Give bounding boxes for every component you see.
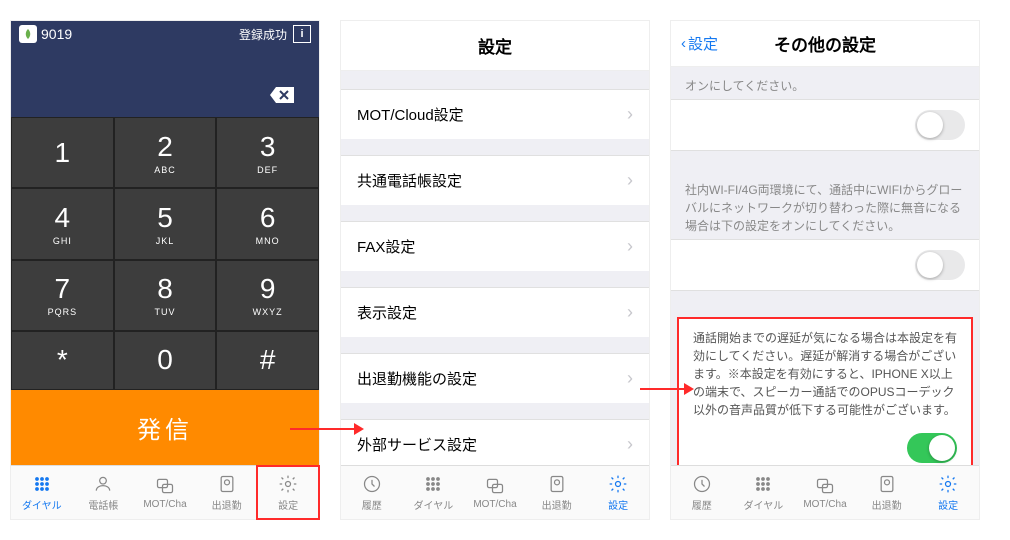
highlighted-section: 通話開始までの遅延が気になる場合は本設定を有効にしてください。遅延が解消する場合… bbox=[677, 317, 973, 465]
help-text: オンにしてください。 bbox=[671, 67, 979, 99]
keypad: 12ABC3DEF 4GHI5JKL6MNO 7PQRS8TUV9WXYZ *0# bbox=[11, 117, 319, 390]
tab-履歴[interactable]: 履歴 bbox=[341, 466, 403, 519]
tab-icon bbox=[216, 473, 238, 495]
tab-icon bbox=[31, 473, 53, 495]
chevron-right-icon: › bbox=[627, 302, 633, 323]
settings-item[interactable]: FAX設定 › bbox=[341, 221, 649, 271]
key-1[interactable]: 1 bbox=[11, 117, 114, 188]
key-7[interactable]: 7PQRS bbox=[11, 260, 114, 331]
key-3[interactable]: 3DEF bbox=[216, 117, 319, 188]
app-icon bbox=[19, 25, 37, 43]
tab-ダイヤル[interactable]: ダイヤル bbox=[403, 466, 465, 519]
key-0[interactable]: 0 bbox=[114, 331, 217, 390]
tab-ダイヤル[interactable]: ダイヤル bbox=[11, 466, 73, 519]
other-settings-screen: ‹ 設定 その他の設定 オンにしてください。 社内WI-FI/4G両環境にて、通… bbox=[670, 20, 980, 520]
call-button[interactable]: 発信 bbox=[11, 390, 319, 465]
item-label: FAX設定 bbox=[357, 236, 415, 257]
help-text: 通話開始までの遅延が気になる場合は本設定を有効にしてください。遅延が解消する場合… bbox=[679, 319, 971, 423]
annotation-arrow bbox=[640, 388, 690, 390]
tab-履歴[interactable]: 履歴 bbox=[671, 466, 733, 519]
toggle-switch[interactable] bbox=[915, 110, 965, 140]
tab-icon bbox=[607, 473, 629, 495]
tab-icon bbox=[484, 475, 506, 497]
settings-screen: 設定 MOT/Cloud設定›共通電話帳設定›FAX設定›表示設定›出退勤機能の… bbox=[340, 20, 650, 520]
tab-icon bbox=[361, 473, 383, 495]
settings-item[interactable]: 出退勤機能の設定 › bbox=[341, 353, 649, 403]
key-6[interactable]: 6MNO bbox=[216, 188, 319, 259]
tab-出退勤[interactable]: 出退勤 bbox=[196, 466, 258, 519]
tab-icon bbox=[277, 473, 299, 495]
settings-item[interactable]: 表示設定 › bbox=[341, 287, 649, 337]
back-button[interactable]: ‹ 設定 bbox=[681, 33, 718, 54]
tab-icon bbox=[937, 473, 959, 495]
item-label: 外部サービス設定 bbox=[357, 434, 477, 455]
tabbar: ダイヤル電話帳MOT/Cha出退勤設定 bbox=[11, 465, 319, 519]
item-label: 出退勤機能の設定 bbox=[357, 368, 477, 389]
key-4[interactable]: 4GHI bbox=[11, 188, 114, 259]
key-5[interactable]: 5JKL bbox=[114, 188, 217, 259]
settings-item[interactable]: 外部サービス設定 › bbox=[341, 419, 649, 465]
tab-icon bbox=[422, 473, 444, 495]
annotation-arrow bbox=[290, 428, 360, 430]
number-display bbox=[11, 47, 319, 117]
help-text: 社内WI-FI/4G両環境にて、通話中にWIFIからグローバルにネットワークが切… bbox=[671, 171, 979, 239]
tab-電話帳[interactable]: 電話帳 bbox=[73, 466, 135, 519]
extension-number: 9019 bbox=[41, 26, 72, 42]
backspace-icon[interactable] bbox=[269, 86, 295, 107]
register-status: 登録成功 bbox=[239, 26, 287, 43]
item-label: 表示設定 bbox=[357, 302, 417, 323]
toggle-switch-on[interactable] bbox=[907, 433, 957, 463]
tab-icon bbox=[154, 475, 176, 497]
settings-title: 設定 bbox=[341, 21, 649, 71]
tab-MOT/Cha[interactable]: MOT/Cha bbox=[464, 466, 526, 519]
tab-出退勤[interactable]: 出退勤 bbox=[526, 466, 588, 519]
tab-ダイヤル[interactable]: ダイヤル bbox=[733, 466, 795, 519]
tab-設定[interactable]: 設定 bbox=[257, 466, 319, 519]
chevron-right-icon: › bbox=[627, 236, 633, 257]
tab-icon bbox=[92, 473, 114, 495]
item-label: 共通電話帳設定 bbox=[357, 170, 462, 191]
settings-item[interactable]: MOT/Cloud設定 › bbox=[341, 89, 649, 139]
toggle-switch[interactable] bbox=[915, 250, 965, 280]
chevron-right-icon: › bbox=[627, 170, 633, 191]
tab-icon bbox=[876, 473, 898, 495]
item-label: MOT/Cloud設定 bbox=[357, 104, 464, 125]
tab-設定[interactable]: 設定 bbox=[917, 466, 979, 519]
tab-出退勤[interactable]: 出退勤 bbox=[856, 466, 918, 519]
key-8[interactable]: 8TUV bbox=[114, 260, 217, 331]
tab-icon bbox=[691, 473, 713, 495]
tab-icon bbox=[814, 475, 836, 497]
tab-設定[interactable]: 設定 bbox=[587, 466, 649, 519]
tab-icon bbox=[752, 473, 774, 495]
chevron-right-icon: › bbox=[627, 434, 633, 455]
chevron-left-icon: ‹ bbox=[681, 35, 686, 52]
tabbar: 履歴ダイヤルMOT/Cha出退勤設定 bbox=[341, 465, 649, 519]
key-#[interactable]: # bbox=[216, 331, 319, 390]
tab-icon bbox=[546, 473, 568, 495]
chevron-right-icon: › bbox=[627, 104, 633, 125]
tab-MOT/Cha[interactable]: MOT/Cha bbox=[794, 466, 856, 519]
key-2[interactable]: 2ABC bbox=[114, 117, 217, 188]
tab-MOT/Cha[interactable]: MOT/Cha bbox=[134, 466, 196, 519]
settings-item[interactable]: 共通電話帳設定 › bbox=[341, 155, 649, 205]
dialer-screen: 9019 登録成功 i 12ABC3DEF 4GHI5JKL6MNO 7PQRS8T… bbox=[10, 20, 320, 520]
info-icon[interactable]: i bbox=[293, 25, 311, 43]
key-9[interactable]: 9WXYZ bbox=[216, 260, 319, 331]
screen-title: その他の設定 bbox=[681, 31, 969, 56]
key-*[interactable]: * bbox=[11, 331, 114, 390]
chevron-right-icon: › bbox=[627, 368, 633, 389]
tabbar: 履歴ダイヤルMOT/Cha出退勤設定 bbox=[671, 465, 979, 519]
